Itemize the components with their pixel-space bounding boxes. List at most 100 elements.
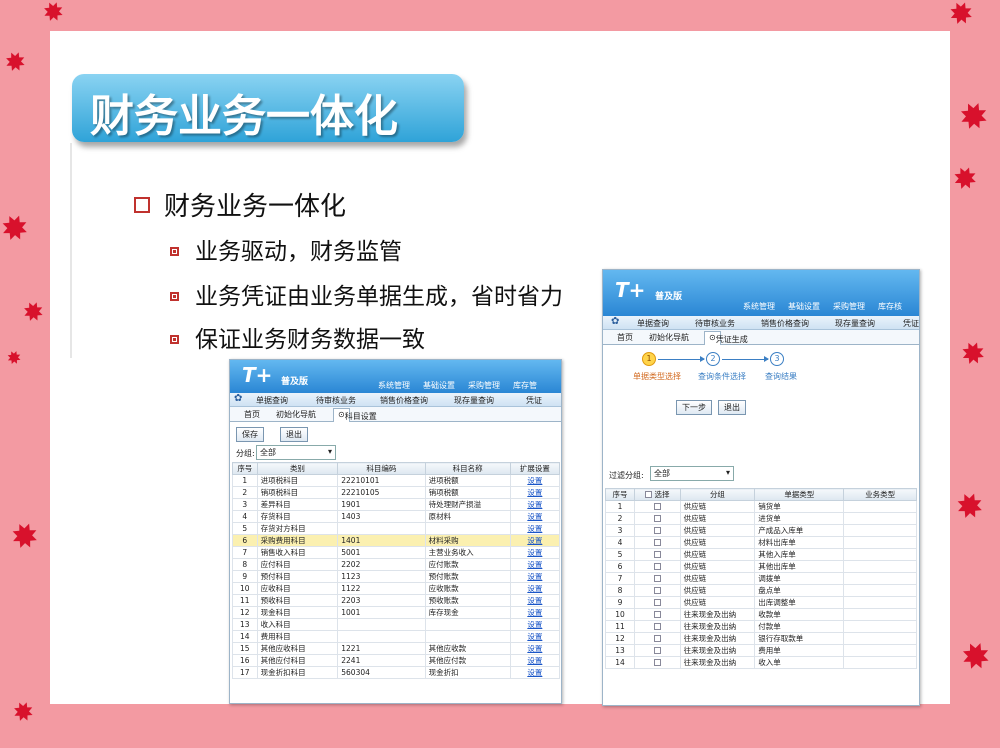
row-checkbox[interactable] <box>653 611 661 618</box>
table-row[interactable]: 12 往来现金及出纳 银行存取款单 <box>604 632 917 645</box>
row-checkbox[interactable] <box>653 599 661 606</box>
table-row[interactable]: 9 预付科目 1123 预付账款 设置 <box>232 570 561 583</box>
step-2-label[interactable]: 查询条件选择 <box>698 371 746 382</box>
toolbar-doc-query[interactable]: 单据查询 <box>256 395 288 406</box>
table-row[interactable]: 10 往来现金及出纳 收款单 <box>604 608 917 621</box>
settings-link[interactable]: 设置 <box>509 594 561 607</box>
tab-init-nav[interactable]: 初始化导航 <box>276 409 316 420</box>
settings-link[interactable]: 设置 <box>509 534 561 547</box>
tab-voucher-generation[interactable]: ⊙ 凭证生成 <box>704 331 748 345</box>
row-checkbox[interactable] <box>653 575 661 582</box>
step-3-label[interactable]: 查询结果 <box>765 371 797 382</box>
table-row[interactable]: 4 供应链 材料出库单 <box>604 536 917 549</box>
toolbar-voucher[interactable]: 凭证 <box>526 395 542 406</box>
table-cell: 调拨单 <box>754 572 845 585</box>
gear-icon[interactable]: ✿ <box>234 393 242 404</box>
table-row[interactable]: 5 存货对方科目 设置 <box>232 522 561 535</box>
table-row[interactable]: 4 存货科目 1403 原材料 设置 <box>232 510 561 523</box>
settings-link[interactable]: 设置 <box>509 522 561 535</box>
table-row[interactable]: 17 现金折扣科目 560304 现金折扣 设置 <box>232 666 561 679</box>
menu-inventory[interactable]: 库存管 <box>513 381 537 390</box>
row-checkbox[interactable] <box>653 623 661 630</box>
exit-button[interactable]: 退出 <box>718 400 746 415</box>
exit-button[interactable]: 退出 <box>280 427 308 442</box>
table-row[interactable]: 15 其他应收科目 1221 其他应收款 设置 <box>232 642 561 655</box>
tab-home[interactable]: 首页 <box>244 409 260 420</box>
menu-system[interactable]: 系统管理 <box>378 381 410 390</box>
tab-init-nav[interactable]: 初始化导航 <box>649 332 689 343</box>
step-1-label[interactable]: 单据类型选择 <box>633 371 681 382</box>
table-row[interactable]: 7 销售收入科目 5001 主营业务收入 设置 <box>232 546 561 559</box>
menu-system[interactable]: 系统管理 <box>743 302 775 311</box>
toolbar-pending[interactable]: 待审核业务 <box>316 395 356 406</box>
table-row[interactable]: 5 供应链 其他入库单 <box>604 548 917 561</box>
gear-icon[interactable]: ✿ <box>611 316 619 327</box>
row-checkbox[interactable] <box>653 527 661 534</box>
table-cell: 11 <box>604 620 636 633</box>
row-checkbox[interactable] <box>653 587 661 594</box>
save-button[interactable]: 保存 <box>236 427 264 442</box>
row-checkbox[interactable] <box>653 563 661 570</box>
settings-link[interactable]: 设置 <box>509 618 561 631</box>
menu-purchase[interactable]: 采购管理 <box>833 302 865 311</box>
group-select[interactable]: 全部 ▾ <box>256 445 336 460</box>
settings-link[interactable]: 设置 <box>509 498 561 511</box>
table-row[interactable]: 2 销项税科目 22210105 销项税额 设置 <box>232 486 561 499</box>
row-checkbox[interactable] <box>653 503 661 510</box>
table-row[interactable]: 1 供应链 销货单 <box>604 500 917 513</box>
settings-link[interactable]: 设置 <box>509 570 561 583</box>
row-checkbox[interactable] <box>653 635 661 642</box>
select-all-checkbox[interactable] <box>645 491 653 498</box>
table-row[interactable]: 11 往来现金及出纳 付款单 <box>604 620 917 633</box>
settings-link[interactable]: 设置 <box>509 582 561 595</box>
menu-basic[interactable]: 基础设置 <box>788 302 820 311</box>
table-row[interactable]: 2 供应链 进货单 <box>604 512 917 525</box>
next-step-button[interactable]: 下一步 <box>676 400 712 415</box>
row-checkbox[interactable] <box>653 539 661 546</box>
toolbar-pending[interactable]: 待审核业务 <box>695 318 735 329</box>
table-row[interactable]: 8 应付科目 2202 应付账款 设置 <box>232 558 561 571</box>
toolbar-stock-query[interactable]: 现存量查询 <box>835 318 875 329</box>
settings-link[interactable]: 设置 <box>509 546 561 559</box>
table-row[interactable]: 6 供应链 其他出库单 <box>604 560 917 573</box>
table-row[interactable]: 16 其他应付科目 2241 其他应付款 设置 <box>232 654 561 667</box>
table-row[interactable]: 3 差异科目 1901 待处理财产损溢 设置 <box>232 498 561 511</box>
settings-link[interactable]: 设置 <box>509 558 561 571</box>
toolbar-price-query[interactable]: 销售价格查询 <box>761 318 809 329</box>
tab-home[interactable]: 首页 <box>617 332 633 343</box>
settings-link[interactable]: 设置 <box>509 486 561 499</box>
table-row[interactable]: 1 进项税科目 22210101 进项税额 设置 <box>232 474 561 487</box>
row-checkbox[interactable] <box>653 551 661 558</box>
table-row[interactable]: 9 供应链 出库调整单 <box>604 596 917 609</box>
table-row[interactable]: 14 费用科目 设置 <box>232 630 561 643</box>
table-row[interactable]: 10 应收科目 1122 应收账款 设置 <box>232 582 561 595</box>
toolbar-stock-query[interactable]: 现存量查询 <box>454 395 494 406</box>
menu-basic[interactable]: 基础设置 <box>423 381 455 390</box>
toolbar-doc-query[interactable]: 单据查询 <box>637 318 669 329</box>
menu-inventory[interactable]: 库存核 <box>878 302 902 311</box>
row-checkbox[interactable] <box>653 515 661 522</box>
menu-purchase[interactable]: 采购管理 <box>468 381 500 390</box>
row-checkbox[interactable] <box>653 647 661 654</box>
toolbar-voucher[interactable]: 凭证 <box>903 318 919 329</box>
settings-link[interactable]: 设置 <box>509 474 561 487</box>
tab-subject-settings[interactable]: ⊙ 科目设置 <box>333 408 377 422</box>
table-row[interactable]: 11 预收科目 2203 预收账款 设置 <box>232 594 561 607</box>
settings-link[interactable]: 设置 <box>509 642 561 655</box>
settings-link[interactable]: 设置 <box>509 510 561 523</box>
table-row[interactable]: 3 供应链 产成品入库单 <box>604 524 917 537</box>
settings-link[interactable]: 设置 <box>509 666 561 679</box>
table-row[interactable]: 13 往来现金及出纳 费用单 <box>604 644 917 657</box>
table-row[interactable]: 6 采购费用科目 1401 材料采购 设置 <box>232 534 561 547</box>
row-checkbox[interactable] <box>653 659 661 666</box>
toolbar-price-query[interactable]: 销售价格查询 <box>380 395 428 406</box>
settings-link[interactable]: 设置 <box>509 654 561 667</box>
table-row[interactable]: 8 供应链 盘点单 <box>604 584 917 597</box>
table-row[interactable]: 13 收入科目 设置 <box>232 618 561 631</box>
settings-link[interactable]: 设置 <box>509 630 561 643</box>
filter-group-select[interactable]: 全部 ▾ <box>650 466 734 481</box>
table-row[interactable]: 14 往来现金及出纳 收入单 <box>604 656 917 669</box>
settings-link[interactable]: 设置 <box>509 606 561 619</box>
table-row[interactable]: 7 供应链 调拨单 <box>604 572 917 585</box>
table-row[interactable]: 12 现金科目 1001 库存现金 设置 <box>232 606 561 619</box>
